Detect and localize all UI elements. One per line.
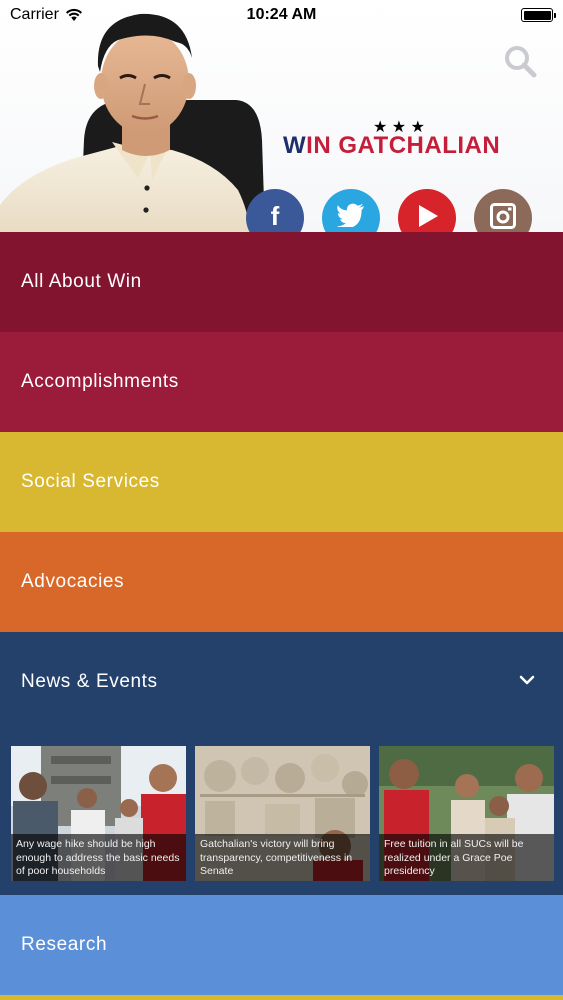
- carrier-label: Carrier: [10, 6, 59, 23]
- news-card[interactable]: Free tuition in all SUCs will be realize…: [379, 746, 554, 881]
- status-bar: Carrier 10:24 AM: [0, 0, 563, 30]
- menu-item-label: Research: [21, 934, 108, 955]
- status-time: 10:24 AM: [246, 6, 317, 23]
- menu-item-label: Social Services: [21, 471, 160, 492]
- menu-item-label: News & Events: [21, 671, 158, 692]
- news-card-caption: Free tuition in all SUCs will be realize…: [379, 834, 554, 881]
- facebook-icon: f: [270, 201, 280, 231]
- news-cards: Any wage hike should be high enough to a…: [11, 746, 554, 881]
- menu-item-accomplishments[interactable]: Accomplishments: [0, 332, 563, 432]
- twitter-icon: [337, 203, 364, 227]
- win-gatchalian-logo: ★ ★ ★ WIN GATCHALIAN: [283, 117, 533, 167]
- logo-text: WIN GATCHALIAN: [283, 132, 501, 159]
- header: Carrier 10:24 AM ★ ★ ★ WIN GATCHALIAN f: [0, 0, 563, 232]
- news-card-caption: Any wage hike should be high enough to a…: [11, 834, 186, 881]
- youtube-button[interactable]: [398, 189, 456, 232]
- menu-item-label: All About Win: [21, 271, 142, 292]
- news-events-section: News & Events Any wage hike should be hi…: [0, 632, 563, 895]
- next-menu-item-peek[interactable]: [0, 995, 563, 1000]
- search-icon[interactable]: [503, 44, 537, 78]
- news-card-caption: Gatchalian's victory will bring transpar…: [195, 834, 370, 881]
- youtube-play-icon: [419, 205, 438, 227]
- twitter-button[interactable]: [322, 189, 380, 232]
- instagram-button[interactable]: [474, 189, 532, 232]
- menu-item-research[interactable]: Research: [0, 895, 563, 995]
- instagram-icon: [490, 203, 516, 229]
- menu-item-news-events[interactable]: News & Events: [0, 632, 563, 732]
- menu-item-social-services[interactable]: Social Services: [0, 432, 563, 532]
- menu-item-label: Advocacies: [21, 571, 125, 592]
- social-links: f: [246, 189, 532, 232]
- battery-icon: [521, 8, 556, 22]
- facebook-button[interactable]: f: [246, 189, 304, 232]
- main-menu: All About Win Accomplishments Social Ser…: [0, 232, 563, 995]
- news-card[interactable]: Gatchalian's victory will bring transpar…: [195, 746, 370, 881]
- news-card[interactable]: Any wage hike should be high enough to a…: [11, 746, 186, 881]
- menu-item-all-about-win[interactable]: All About Win: [0, 232, 563, 332]
- wifi-icon: [65, 8, 83, 22]
- chevron-down-icon[interactable]: [519, 674, 535, 686]
- menu-item-advocacies[interactable]: Advocacies: [0, 532, 563, 632]
- menu-item-label: Accomplishments: [21, 371, 179, 392]
